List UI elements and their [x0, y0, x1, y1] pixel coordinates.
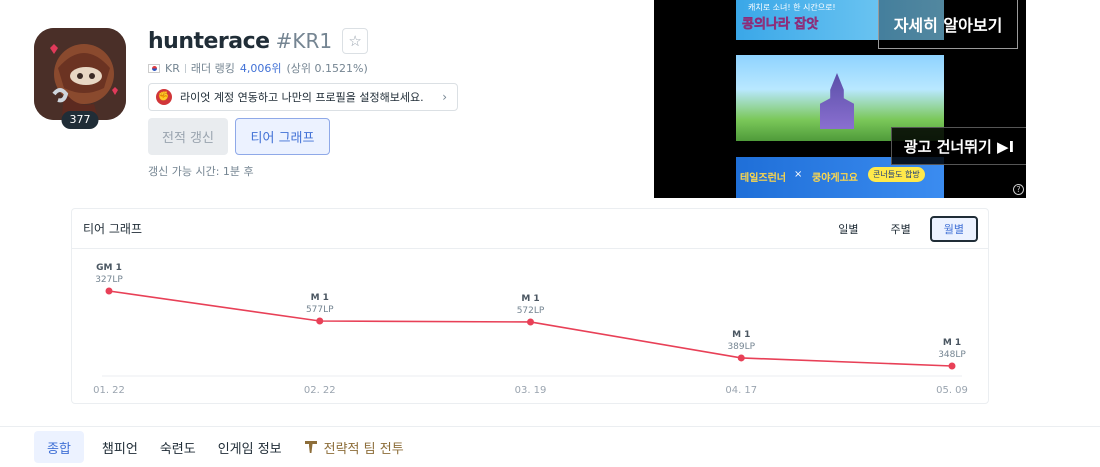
tier-graph-card: 티어 그래프 일별 주별 월별 GM 1 327LP 01. 22 M 1 577LP 0… — [71, 208, 989, 404]
tier-point[interactable] — [527, 318, 534, 326]
tier-label: M 1 — [943, 338, 961, 348]
tier-label: M 1 — [732, 330, 750, 340]
lp-label: 348LP — [938, 350, 966, 360]
nav-divider — [0, 426, 1100, 427]
lp-label: 389LP — [727, 342, 755, 352]
period-tab-monthly[interactable]: 월별 — [929, 215, 978, 242]
avatar-image — [34, 28, 126, 120]
ladder-rank-row: KR 래더 랭킹 4,006위 (상위 0.1521%) — [148, 60, 368, 76]
chevron-right-icon: › — [442, 90, 447, 104]
renew-available-time: 갱신 가능 시간: 1분 후 — [148, 165, 254, 178]
ladder-label: 래더 랭킹 — [190, 62, 235, 75]
tier-label: M 1 — [521, 294, 539, 304]
period-tab-daily[interactable]: 일별 — [825, 216, 871, 242]
tier-line-chart: GM 1 327LP 01. 22 M 1 577LP 02. 22 M 1 572LP 03.… — [93, 263, 968, 396]
tier-point[interactable] — [737, 354, 745, 362]
x-tick-label: 02. 22 — [304, 385, 336, 396]
ladder-rank[interactable]: 4,006위 — [240, 60, 282, 76]
nav-tab-tft[interactable]: 전략적 팀 전투 — [300, 431, 408, 463]
x-tick-label: 01. 22 — [93, 385, 125, 396]
tier-graph-title: 티어 그래프 — [83, 222, 143, 236]
ad-bottom-cta: 콘너들도 합방 — [868, 167, 925, 182]
period-tab-weekly[interactable]: 주별 — [878, 216, 924, 242]
lp-label: 572LP — [517, 306, 545, 316]
ad-castle-shape — [820, 73, 854, 129]
riot-link-text: 라이엇 계정 연동하고 나만의 프로필을 설정해보세요. — [180, 91, 424, 104]
nav-tab-overview[interactable]: 종합 — [34, 431, 84, 463]
ad-bottom-x: × — [794, 169, 803, 180]
ad-top-title: 콩의나라 잡앗 — [742, 17, 819, 33]
lp-label: 577LP — [306, 305, 334, 315]
x-tick-label: 03. 19 — [515, 385, 547, 396]
ad-top-small-text: 캐치로 소녀! 한 시간으로! — [748, 3, 836, 12]
summoner-tag: #KR1 — [275, 29, 333, 53]
nav-tab-champions[interactable]: 챔피언 — [98, 431, 142, 463]
korea-flag-icon — [148, 63, 160, 73]
x-tick-label: 04. 17 — [725, 385, 757, 396]
region-label: KR — [165, 61, 180, 75]
tier-graph-header: 티어 그래프 일별 주별 월별 — [72, 209, 988, 249]
x-tick-label: 05. 09 — [936, 385, 968, 396]
riot-account-link-banner[interactable]: ✊ 라이엇 계정 연동하고 나만의 프로필을 설정해보세요. › — [148, 83, 458, 111]
ladder-percent: (상위 0.1521%) — [286, 62, 368, 75]
nav-tab-tft-label: 전략적 팀 전투 — [323, 441, 404, 457]
period-tabs: 일별 주별 월별 — [825, 215, 978, 242]
tft-icon — [304, 440, 318, 454]
lp-label: 327LP — [95, 275, 123, 285]
question-circle-icon[interactable]: ? — [1013, 184, 1024, 195]
nav-tab-mastery[interactable]: 숙련도 — [156, 431, 200, 463]
ad-bottom-brand: 테일즈런너 — [740, 173, 786, 184]
tier-label: GM 1 — [96, 263, 122, 273]
tier-graph-button[interactable]: 티어 그래프 — [235, 118, 330, 155]
level-badge: 377 — [61, 111, 99, 129]
tier-point[interactable] — [316, 317, 324, 325]
tier-label: M 1 — [311, 293, 329, 303]
divider — [184, 63, 186, 73]
ad-bottom-collab: 쿵야게고요 — [812, 173, 858, 184]
tier-point[interactable] — [105, 287, 113, 295]
summoner-name: hunterace — [148, 28, 270, 54]
summoner-name-row: hunterace #KR1 ☆ — [148, 28, 369, 54]
ad-learn-more-button[interactable]: 자세히 알아보기 — [878, 0, 1018, 49]
favorite-star-icon[interactable]: ☆ — [342, 28, 369, 54]
nav-tab-ingame[interactable]: 인게임 정보 — [214, 431, 286, 463]
profile-icon: 377 — [34, 28, 126, 129]
ad-skip-button[interactable]: 광고 건너뛰기 ▶I — [891, 127, 1026, 165]
avatar — [34, 28, 126, 120]
advertisement[interactable]: 캐치로 소녀! 한 시간으로! 콩의나라 잡앗 테일즈런너 × 쿵야게고요 콘너… — [654, 0, 1026, 198]
summoner-nav: 종합 챔피언 숙련도 인게임 정보 전략적 팀 전투 — [34, 431, 408, 463]
renew-button[interactable]: 전적 갱신 — [148, 118, 228, 155]
tier-point[interactable] — [948, 362, 956, 370]
riot-fist-icon: ✊ — [156, 89, 172, 105]
